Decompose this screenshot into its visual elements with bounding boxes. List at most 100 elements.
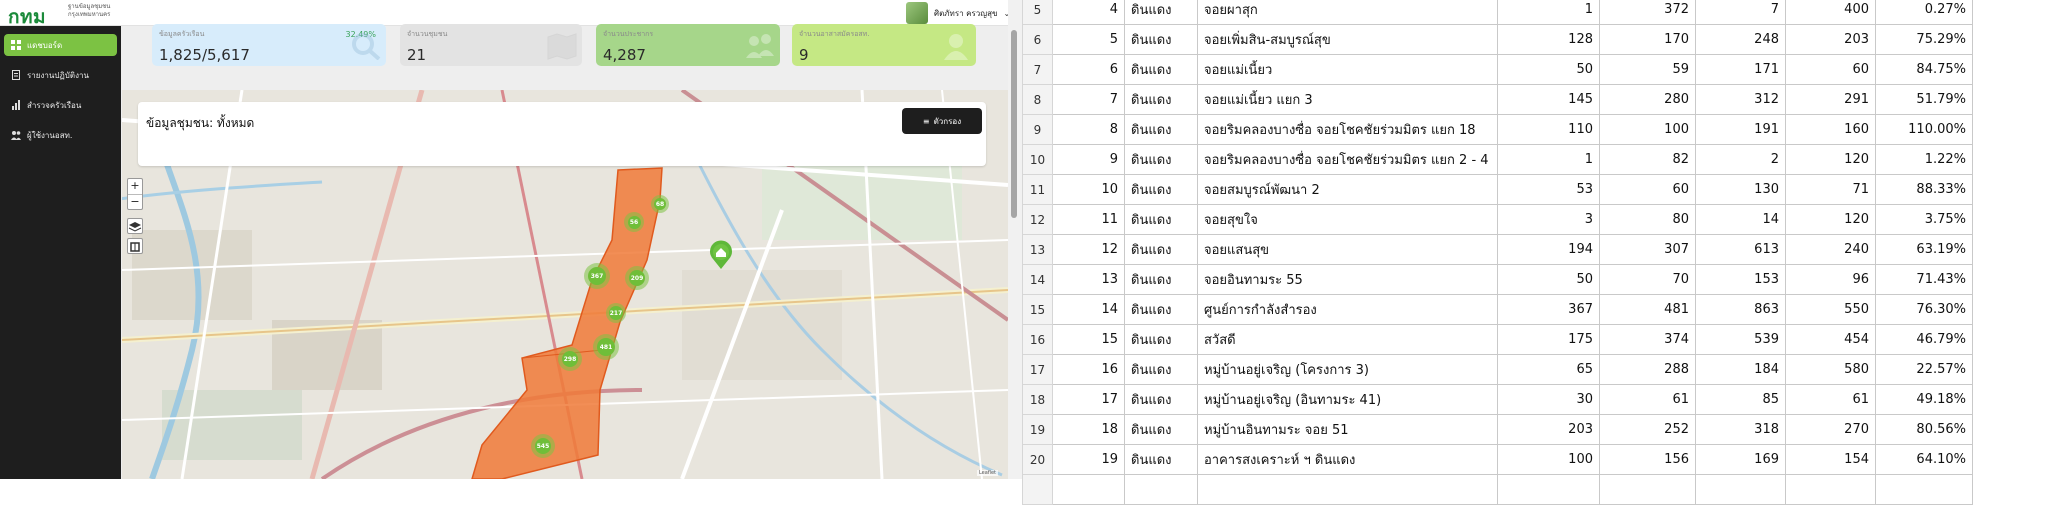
table-cell-c[interactable]: 191 [1695, 114, 1786, 145]
table-cell-a[interactable] [1497, 474, 1600, 505]
table-cell-c[interactable]: 613 [1695, 234, 1786, 265]
table-cell-d[interactable]: 60 [1785, 54, 1876, 85]
table-cell-c[interactable]: 248 [1695, 24, 1786, 55]
table-cell-d[interactable]: 400 [1785, 0, 1876, 25]
table-cell-c[interactable]: 312 [1695, 84, 1786, 115]
table-cell-name[interactable] [1197, 474, 1498, 505]
table-cell-d[interactable]: 71 [1785, 174, 1876, 205]
sidebar-item-household-survey[interactable]: สำรวจครัวเรือน [4, 94, 117, 116]
table-cell-pct[interactable]: 46.79% [1875, 324, 1973, 355]
table-cell-pct[interactable]: 22.57% [1875, 354, 1973, 385]
table-row[interactable]: 17 16 ดินแดง หมู่บ้านอยู่เจริญ (โครงการ 3) 6… [1022, 354, 1973, 385]
table-cell-district[interactable]: ดินแดง [1124, 444, 1198, 475]
table-cell-a[interactable]: 110 [1497, 114, 1600, 145]
table-cell-district[interactable]: ดินแดง [1124, 0, 1198, 25]
table-cell-d[interactable]: 550 [1785, 294, 1876, 325]
table-cell-pct[interactable]: 3.75% [1875, 204, 1973, 235]
table-row[interactable]: 7 6 ดินแดง จอยแม่เนี้ยว 50 59 171 60 84.75% [1022, 54, 1973, 85]
table-row[interactable]: 12 11 ดินแดง จอยสุขใจ 3 80 14 120 3.75% [1022, 204, 1973, 235]
table-cell-no[interactable]: 17 [1052, 384, 1125, 415]
table-cell-b[interactable]: 156 [1599, 444, 1696, 475]
table-cell-a[interactable]: 3 [1497, 204, 1600, 235]
table-row[interactable]: 6 5 ดินแดง จอยเพิ่มสิน-สมบูรณ์สุข 128 170 248 2… [1022, 24, 1973, 55]
table-cell-a[interactable]: 175 [1497, 324, 1600, 355]
table-cell-district[interactable]: ดินแดง [1124, 384, 1198, 415]
table-cell-d[interactable]: 240 [1785, 234, 1876, 265]
table-cell-pct[interactable]: 84.75% [1875, 54, 1973, 85]
table-cell-a[interactable]: 128 [1497, 24, 1600, 55]
table-cell-name[interactable]: จอยอินทามระ 55 [1197, 264, 1498, 295]
table-cell-pct[interactable]: 64.10% [1875, 444, 1973, 475]
map-cluster[interactable]: 298 [558, 347, 582, 371]
table-cell-b[interactable]: 59 [1599, 54, 1696, 85]
map-cluster[interactable]: 217 [606, 303, 626, 323]
table-cell-pct[interactable]: 49.18% [1875, 384, 1973, 415]
table-cell-pct[interactable]: 75.29% [1875, 24, 1973, 55]
sidebar-item-work-report[interactable]: รายงานปฏิบัติงาน [4, 64, 117, 86]
table-cell-b[interactable]: 70 [1599, 264, 1696, 295]
table-cell-no[interactable]: 4 [1052, 0, 1125, 25]
map-cluster[interactable]: 209 [625, 266, 649, 290]
table-row[interactable]: 10 9 ดินแดง จอยริมคลองบางซื่อ จอยโชคชัยร่วม… [1022, 144, 1973, 175]
table-cell-pct[interactable]: 76.30% [1875, 294, 1973, 325]
table-cell-no[interactable]: 13 [1052, 264, 1125, 295]
table-row[interactable] [1022, 474, 1973, 505]
table-cell-d[interactable]: 203 [1785, 24, 1876, 55]
table-cell-pct[interactable]: 80.56% [1875, 414, 1973, 445]
table-cell-pct[interactable]: 71.43% [1875, 264, 1973, 295]
table-cell-c[interactable]: 171 [1695, 54, 1786, 85]
table-cell-no[interactable]: 11 [1052, 204, 1125, 235]
table-cell-a[interactable]: 53 [1497, 174, 1600, 205]
zoom-in-button[interactable]: + [128, 179, 142, 194]
table-cell-a[interactable]: 145 [1497, 84, 1600, 115]
table-cell-b[interactable]: 60 [1599, 174, 1696, 205]
table-cell-no[interactable]: 18 [1052, 414, 1125, 445]
table-cell-d[interactable]: 154 [1785, 444, 1876, 475]
table-cell-no[interactable]: 15 [1052, 324, 1125, 355]
table-cell-a[interactable]: 1 [1497, 0, 1600, 25]
table-row[interactable]: 18 17 ดินแดง หมู่บ้านอยู่เจริญ (อินทามระ 41… [1022, 384, 1973, 415]
table-cell-c[interactable]: 85 [1695, 384, 1786, 415]
table-cell-name[interactable]: จอยแม่เนี้ยว [1197, 54, 1498, 85]
sidebar-item-dashboard[interactable]: แดชบอร์ด [4, 34, 117, 56]
map-cluster[interactable]: 56 [624, 212, 644, 232]
table-row[interactable]: 13 12 ดินแดง จอยแสนสุข 194 307 613 240 63.19% [1022, 234, 1973, 265]
table-cell-a[interactable]: 194 [1497, 234, 1600, 265]
table-cell-b[interactable]: 288 [1599, 354, 1696, 385]
table-cell-b[interactable]: 170 [1599, 24, 1696, 55]
table-cell-b[interactable]: 374 [1599, 324, 1696, 355]
table-cell-c[interactable]: 169 [1695, 444, 1786, 475]
table-cell-name[interactable]: จอยริมคลองบางซื่อ จอยโชคชัยร่วมมิตร แยก … [1197, 114, 1498, 145]
table-row[interactable]: 16 15 ดินแดง สวัสดี 175 374 539 454 46.79% [1022, 324, 1973, 355]
table-cell-d[interactable]: 160 [1785, 114, 1876, 145]
table-row[interactable]: 9 8 ดินแดง จอยริมคลองบางซื่อ จอยโชคชัยร่วมม… [1022, 114, 1973, 145]
user-menu[interactable]: ศิตภัทรา ครวญสุข ⌄ [906, 2, 1010, 24]
table-cell-d[interactable]: 270 [1785, 414, 1876, 445]
table-cell-district[interactable]: ดินแดง [1124, 24, 1198, 55]
table-cell-pct[interactable]: 1.22% [1875, 144, 1973, 175]
table-cell-name[interactable]: จอยแสนสุข [1197, 234, 1498, 265]
table-cell-d[interactable]: 120 [1785, 204, 1876, 235]
table-cell-no[interactable]: 6 [1052, 54, 1125, 85]
table-cell-district[interactable]: ดินแดง [1124, 144, 1198, 175]
table-cell-name[interactable]: หมู่บ้านอยู่เจริญ (โครงการ 3) [1197, 354, 1498, 385]
table-cell-district[interactable]: ดินแดง [1124, 294, 1198, 325]
table-cell-name[interactable]: อาคารสงเคราะห์ ฯ ดินแดง [1197, 444, 1498, 475]
table-cell-pct[interactable] [1875, 474, 1973, 505]
table-cell-c[interactable]: 318 [1695, 414, 1786, 445]
table-cell-pct[interactable]: 88.33% [1875, 174, 1973, 205]
table-cell-pct[interactable]: 63.19% [1875, 234, 1973, 265]
table-cell-name[interactable]: จอยเพิ่มสิน-สมบูรณ์สุข [1197, 24, 1498, 55]
table-cell-d[interactable]: 61 [1785, 384, 1876, 415]
table-row[interactable]: 19 18 ดินแดง หมู่บ้านอินทามระ จอย 51 203 252 3… [1022, 414, 1973, 445]
table-cell-d[interactable]: 291 [1785, 84, 1876, 115]
table-cell-no[interactable] [1052, 474, 1125, 505]
table-cell-c[interactable] [1695, 474, 1786, 505]
table-cell-no[interactable]: 14 [1052, 294, 1125, 325]
table-cell-a[interactable]: 100 [1497, 444, 1600, 475]
table-cell-d[interactable]: 454 [1785, 324, 1876, 355]
scrollbar-thumb[interactable] [1011, 30, 1017, 218]
table-cell-pct[interactable]: 110.00% [1875, 114, 1973, 145]
table-cell-b[interactable]: 280 [1599, 84, 1696, 115]
table-cell-name[interactable]: จอยริมคลองบางซื่อ จอยโชคชัยร่วมมิตร แยก … [1197, 144, 1498, 175]
